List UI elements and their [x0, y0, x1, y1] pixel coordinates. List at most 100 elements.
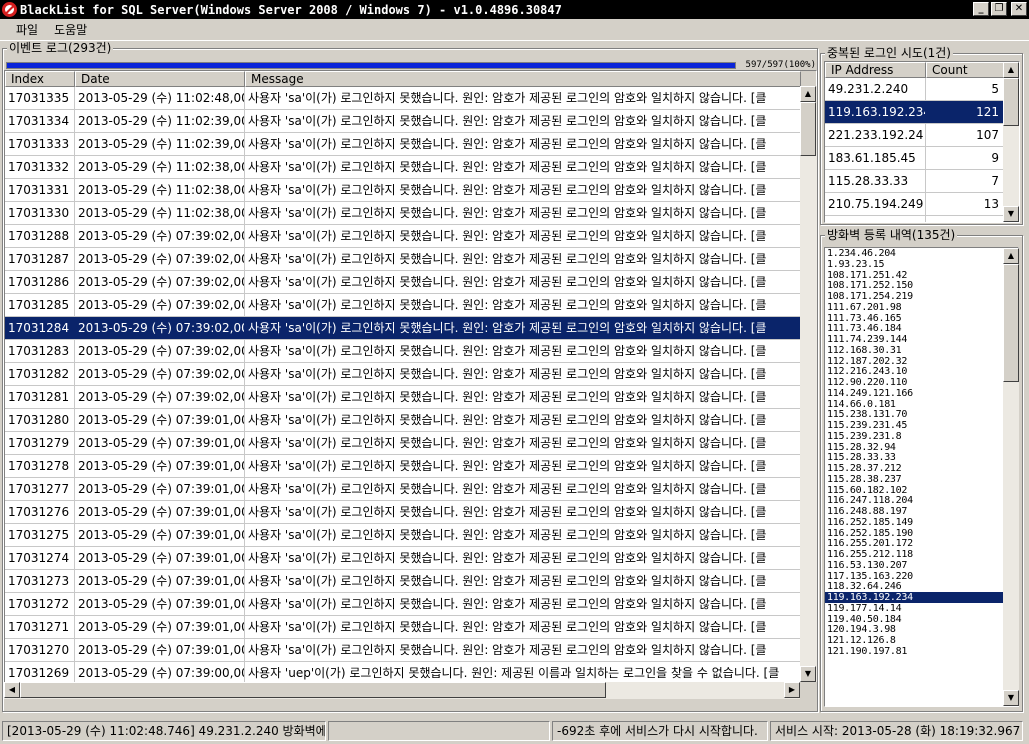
- list-item[interactable]: 112.187.202.32: [825, 356, 1018, 367]
- table-row[interactable]: 17031287 2013-05-29 (수) 07:39:02,000 사용자 '…: [5, 248, 816, 271]
- list-item[interactable]: 1.234.46.204: [825, 248, 1018, 259]
- table-row[interactable]: 17031277 2013-05-29 (수) 07:39:01,000 사용자 '…: [5, 478, 816, 501]
- table-row[interactable]: 17031330 2013-05-29 (수) 11:02:38,000 사용자 '…: [5, 202, 816, 225]
- list-item[interactable]: 116.252.185.190: [825, 528, 1018, 539]
- column-ip-header[interactable]: IP Address: [825, 62, 926, 78]
- list-item[interactable]: 116.248.88.197: [825, 506, 1018, 517]
- duplicate-login-list[interactable]: IP Address Count 49.231.2.240 5 119.163.19…: [824, 61, 1020, 223]
- event-log-vscrollbar[interactable]: ▲ ▼: [800, 86, 817, 682]
- list-item[interactable]: 114.66.0.181: [825, 399, 1018, 410]
- table-row[interactable]: 17031286 2013-05-29 (수) 07:39:02,000 사용자 '…: [5, 271, 816, 294]
- table-row[interactable]: 17031276 2013-05-29 (수) 07:39:01,000 사용자 '…: [5, 501, 816, 524]
- menu-help[interactable]: 도움말: [46, 21, 95, 38]
- event-log-list[interactable]: Index Date Message 17031335 2013-05-29 (수…: [4, 70, 817, 699]
- table-row[interactable]: 17031272 2013-05-29 (수) 07:39:01,000 사용자 '…: [5, 593, 816, 616]
- scroll-right-icon[interactable]: ▶: [784, 682, 800, 698]
- title-bar[interactable]: BlackList for SQL Server(Windows Server …: [0, 0, 1029, 19]
- column-date-header[interactable]: Date: [75, 71, 245, 87]
- table-row[interactable]: 49.231.2.240 5: [825, 78, 1019, 101]
- list-item[interactable]: 116.247.118.204: [825, 495, 1018, 506]
- scroll-up-icon[interactable]: ▲: [1003, 248, 1019, 264]
- scroll-down-icon[interactable]: ▼: [800, 666, 816, 682]
- duplicate-login-vscrollbar[interactable]: ▲ ▼: [1003, 62, 1019, 222]
- table-row[interactable]: 17031288 2013-05-29 (수) 07:39:02,000 사용자 '…: [5, 225, 816, 248]
- table-row[interactable]: 17031270 2013-05-29 (수) 07:39:01,000 사용자 '…: [5, 639, 816, 662]
- vscroll-thumb[interactable]: [800, 102, 816, 156]
- table-row[interactable]: 119.163.192.234 121: [825, 101, 1019, 124]
- scroll-up-icon[interactable]: ▲: [800, 86, 816, 102]
- column-count-header[interactable]: Count: [926, 62, 1004, 78]
- table-row[interactable]: 17031273 2013-05-29 (수) 07:39:01,000 사용자 '…: [5, 570, 816, 593]
- vscroll-thumb[interactable]: [1003, 78, 1019, 126]
- table-row[interactable]: 17031285 2013-05-29 (수) 07:39:02,000 사용자 '…: [5, 294, 816, 317]
- list-item[interactable]: 111.74.239.144: [825, 334, 1018, 345]
- list-item[interactable]: 111.67.201.98: [825, 302, 1018, 313]
- list-item[interactable]: 111.73.46.184: [825, 323, 1018, 334]
- column-index-header[interactable]: Index: [5, 71, 75, 87]
- table-row[interactable]: 58.188.218.105: [825, 216, 1019, 222]
- list-item[interactable]: 118.32.64.246: [825, 581, 1018, 592]
- table-row[interactable]: 17031282 2013-05-29 (수) 07:39:02,000 사용자 '…: [5, 363, 816, 386]
- table-row[interactable]: 17031280 2013-05-29 (수) 07:39:01,000 사용자 '…: [5, 409, 816, 432]
- list-item[interactable]: 119.177.14.14: [825, 603, 1018, 614]
- table-row[interactable]: 17031283 2013-05-29 (수) 07:39:02,000 사용자 '…: [5, 340, 816, 363]
- list-item[interactable]: 119.40.50.184: [825, 614, 1018, 625]
- list-item[interactable]: 108.171.254.219: [825, 291, 1018, 302]
- table-row[interactable]: 17031333 2013-05-29 (수) 11:02:39,000 사용자 '…: [5, 133, 816, 156]
- table-row[interactable]: 17031284 2013-05-29 (수) 07:39:02,000 사용자 '…: [5, 317, 816, 340]
- list-item[interactable]: 115.239.231.45: [825, 420, 1018, 431]
- column-message-header[interactable]: Message: [245, 71, 801, 87]
- table-row[interactable]: 17031331 2013-05-29 (수) 11:02:38,000 사용자 '…: [5, 179, 816, 202]
- firewall-list[interactable]: 1.234.46.204 1.93.23.15 108.171.251.42 108.…: [824, 247, 1019, 707]
- list-item[interactable]: 121.12.126.8: [825, 635, 1018, 646]
- table-row[interactable]: 17031278 2013-05-29 (수) 07:39:01,000 사용자 '…: [5, 455, 816, 478]
- list-item[interactable]: 108.171.251.42: [825, 270, 1018, 281]
- maximize-button[interactable]: ❐: [991, 2, 1007, 16]
- list-item[interactable]: 116.255.212.118: [825, 549, 1018, 560]
- list-item[interactable]: 115.239.231.8: [825, 431, 1018, 442]
- menu-file[interactable]: 파일: [8, 21, 46, 38]
- list-item[interactable]: 112.90.220.110: [825, 377, 1018, 388]
- list-item[interactable]: 115.28.38.237: [825, 474, 1018, 485]
- event-log-hscrollbar[interactable]: ◀ ▶: [4, 682, 800, 699]
- firewall-vscrollbar[interactable]: ▲ ▼: [1003, 248, 1019, 706]
- list-item[interactable]: 116.255.201.172: [825, 538, 1018, 549]
- list-item[interactable]: 120.194.3.98: [825, 624, 1018, 635]
- close-button[interactable]: ✕: [1011, 2, 1027, 16]
- scroll-left-icon[interactable]: ◀: [4, 682, 20, 698]
- list-item[interactable]: 112.216.243.10: [825, 366, 1018, 377]
- table-row[interactable]: 17031271 2013-05-29 (수) 07:39:01,000 사용자 '…: [5, 616, 816, 639]
- list-item[interactable]: 115.28.33.33: [825, 452, 1018, 463]
- scroll-down-icon[interactable]: ▼: [1003, 690, 1019, 706]
- list-item[interactable]: 108.171.252.150: [825, 280, 1018, 291]
- table-row[interactable]: 17031274 2013-05-29 (수) 07:39:01,000 사용자 '…: [5, 547, 816, 570]
- list-item[interactable]: 114.249.121.166: [825, 388, 1018, 399]
- list-item[interactable]: 115.60.182.102: [825, 485, 1018, 496]
- table-row[interactable]: 17031335 2013-05-29 (수) 11:02:48,000 사용자 '…: [5, 87, 816, 110]
- table-row[interactable]: 210.75.194.249 13: [825, 193, 1019, 216]
- vscroll-thumb[interactable]: [1003, 264, 1019, 382]
- hscroll-thumb[interactable]: [20, 682, 606, 698]
- list-item[interactable]: 111.73.46.165: [825, 313, 1018, 324]
- table-row[interactable]: 17031332 2013-05-29 (수) 11:02:38,000 사용자 '…: [5, 156, 816, 179]
- list-item[interactable]: 1.93.23.15: [825, 259, 1018, 270]
- list-item[interactable]: 116.252.185.149: [825, 517, 1018, 528]
- table-row[interactable]: 17031275 2013-05-29 (수) 07:39:01,000 사용자 '…: [5, 524, 816, 547]
- table-row[interactable]: 183.61.185.45 9: [825, 147, 1019, 170]
- list-item[interactable]: 117.135.163.220: [825, 571, 1018, 582]
- list-item[interactable]: 115.28.32.94: [825, 442, 1018, 453]
- list-item[interactable]: 115.238.131.70: [825, 409, 1018, 420]
- table-row[interactable]: 17031279 2013-05-29 (수) 07:39:01,000 사용자 '…: [5, 432, 816, 455]
- minimize-button[interactable]: _: [973, 2, 989, 16]
- list-item[interactable]: 119.163.192.234: [825, 592, 1018, 603]
- scroll-up-icon[interactable]: ▲: [1003, 62, 1019, 78]
- table-row[interactable]: 221.233.192.24 107: [825, 124, 1019, 147]
- list-item[interactable]: 121.190.197.81: [825, 646, 1018, 657]
- list-item[interactable]: 112.168.30.31: [825, 345, 1018, 356]
- table-row[interactable]: 17031334 2013-05-29 (수) 11:02:39,000 사용자 '…: [5, 110, 816, 133]
- table-row[interactable]: 115.28.33.33 7: [825, 170, 1019, 193]
- list-item[interactable]: 116.53.130.207: [825, 560, 1018, 571]
- list-item[interactable]: 115.28.37.212: [825, 463, 1018, 474]
- table-row[interactable]: 17031281 2013-05-29 (수) 07:39:02,000 사용자 '…: [5, 386, 816, 409]
- scroll-down-icon[interactable]: ▼: [1003, 206, 1019, 222]
